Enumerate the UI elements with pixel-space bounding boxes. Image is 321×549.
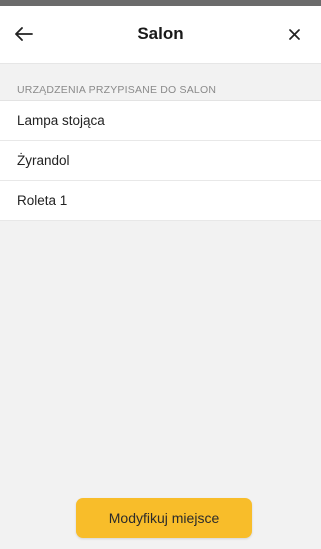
list-item[interactable]: Żyrandol [0, 141, 321, 181]
close-button[interactable] [281, 21, 307, 47]
list-item[interactable]: Roleta 1 [0, 181, 321, 221]
page-title: Salon [137, 24, 184, 43]
list-item[interactable]: Lampa stojąca [0, 101, 321, 141]
close-icon [288, 28, 300, 40]
modify-place-button[interactable]: Modyfikuj miejsce [76, 498, 252, 538]
device-list: Lampa stojąca Żyrandol Roleta 1 [0, 100, 321, 221]
header-bar: Salon [0, 6, 321, 64]
section-label: URZĄDZENIA PRZYPISANE DO SALON [17, 84, 217, 96]
